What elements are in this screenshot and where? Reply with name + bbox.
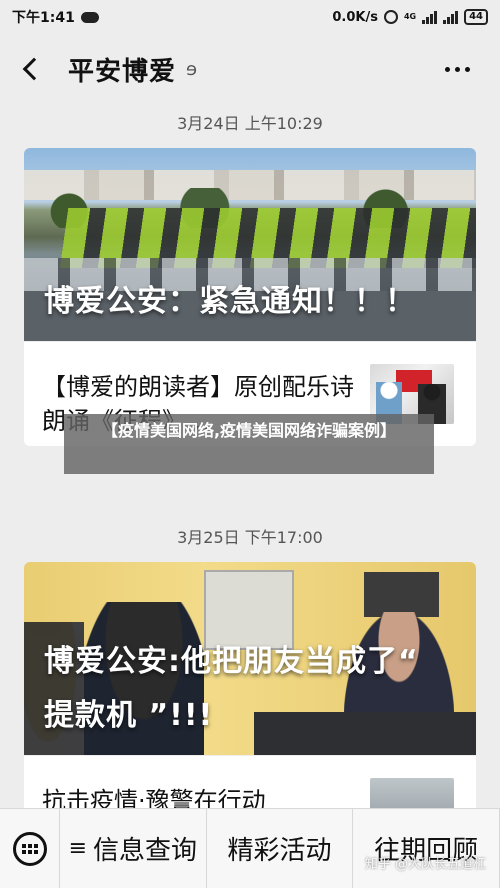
bottom-menu: ≡ 信息查询 精彩活动 往期回顾 知乎 @大队长五道杠 bbox=[0, 808, 500, 888]
signal-icon bbox=[422, 10, 438, 24]
article-cover-image[interactable]: 博爱公安:他把朋友当成了“ 提款机 ”!!! bbox=[24, 562, 476, 755]
article-card: 博爱公安：紧急通知！！！ 【博爱的朗读者】原创配乐诗朗诵《征程》… bbox=[24, 148, 476, 446]
status-indicators: 0.0K/s 4G 44 bbox=[332, 9, 488, 25]
menu-item-label: 信息查询 bbox=[93, 836, 198, 866]
cloud-icon bbox=[80, 11, 99, 23]
menu-list-icon: ≡ bbox=[68, 836, 88, 861]
page-title: 平安博爱 bbox=[68, 56, 177, 87]
battery-icon: 44 bbox=[464, 9, 488, 25]
back-arrow-icon[interactable] bbox=[22, 57, 46, 81]
article-main-title-line1: 博爱公安:他把朋友当成了“ bbox=[44, 644, 419, 679]
title-bar: 平安博爱 ɘ bbox=[0, 34, 500, 104]
article-main-title-line2: 提款机 ”!!! bbox=[44, 698, 214, 733]
article-main-title: 博爱公安：紧急通知！！！ bbox=[44, 284, 416, 319]
network-speed: 0.0K/s bbox=[332, 9, 378, 25]
keyboard-toggle[interactable] bbox=[0, 808, 60, 888]
cover-desk bbox=[254, 712, 476, 755]
article-cover-image[interactable]: 博爱公安：紧急通知！！！ bbox=[24, 148, 476, 341]
more-options-icon[interactable] bbox=[445, 66, 470, 72]
cover-poster bbox=[364, 572, 439, 617]
keyboard-icon bbox=[12, 831, 47, 866]
signal-icon-2 bbox=[443, 10, 459, 24]
menu-history[interactable]: 往期回顾 bbox=[353, 808, 500, 888]
message-timestamp: 3月24日 上午10:29 bbox=[177, 114, 323, 133]
status-bar: 下午1:41 0.0K/s 4G 44 bbox=[0, 0, 500, 34]
watermark: 知乎 @大队长五道杠 bbox=[364, 857, 486, 872]
menu-item-label: 精彩活动 bbox=[227, 836, 332, 866]
alarm-icon bbox=[383, 10, 398, 24]
message-timestamp: 3月25日 下午17:00 bbox=[177, 528, 323, 547]
menu-info-query[interactable]: ≡ 信息查询 bbox=[60, 808, 207, 888]
ear-icon[interactable]: ɘ bbox=[186, 59, 197, 80]
status-time: 下午1:41 bbox=[12, 10, 75, 26]
popup-banner: 【疫情美国网络,疫情美国网络诈骗案例】 bbox=[64, 414, 434, 474]
network-type: 4G bbox=[403, 12, 417, 21]
cover-notice-board bbox=[204, 570, 294, 650]
menu-activities[interactable]: 精彩活动 bbox=[207, 808, 354, 888]
